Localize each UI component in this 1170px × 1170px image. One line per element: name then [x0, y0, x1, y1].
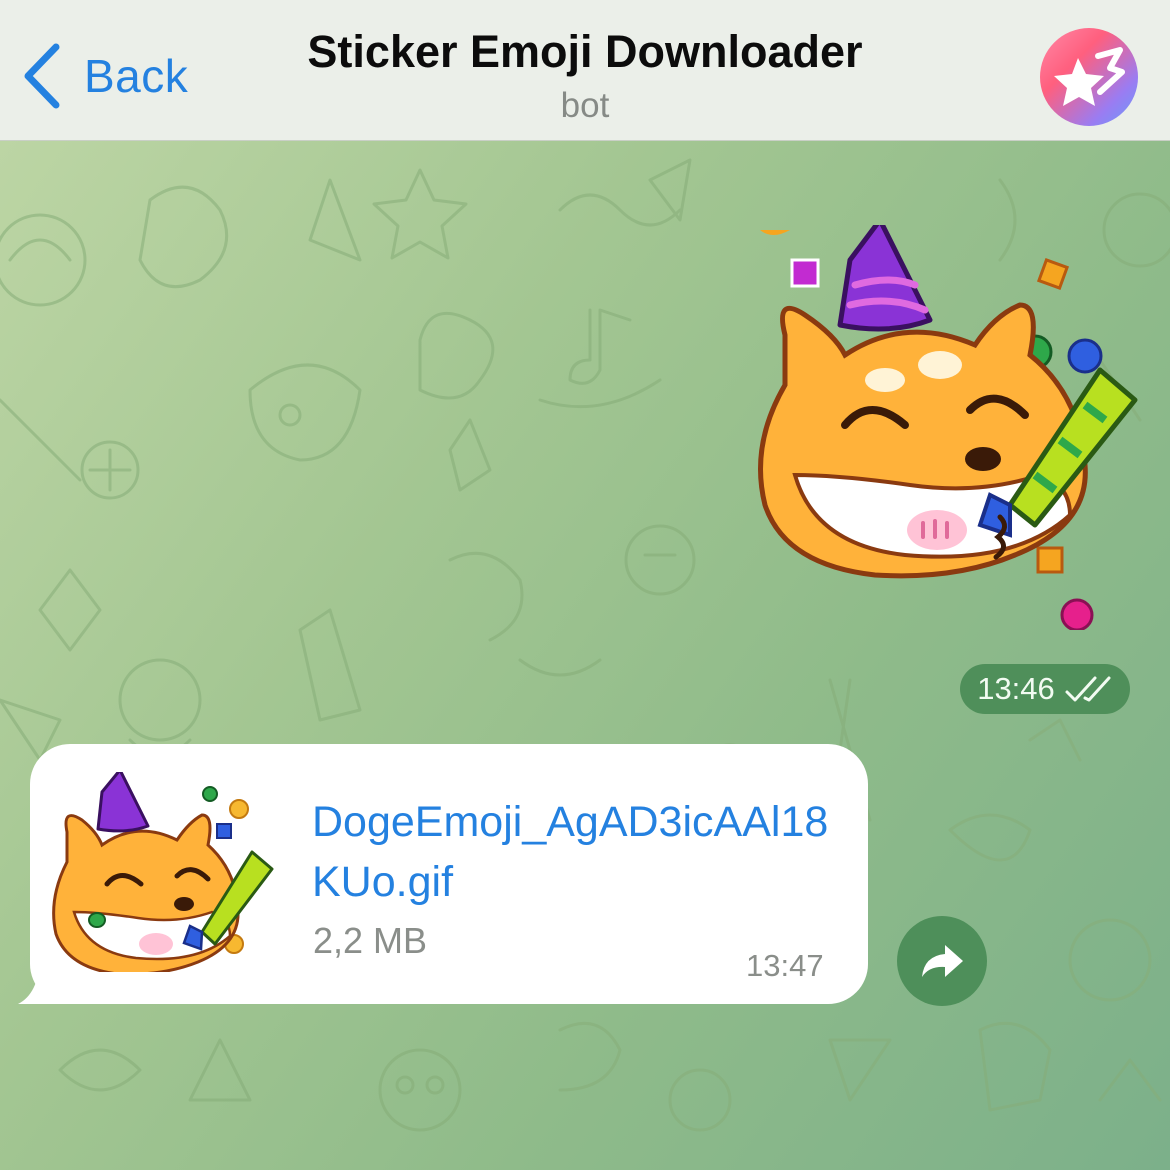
chat-title[interactable]: Sticker Emoji Downloader — [0, 26, 1170, 78]
chat-subtitle: bot — [560, 86, 610, 125]
double-check-icon — [1065, 676, 1111, 702]
party-doge-thumbnail[interactable] — [52, 772, 282, 972]
share-arrow-icon — [922, 945, 963, 977]
outgoing-time-badge: 13:46 — [960, 664, 1130, 714]
star-avatar-icon — [1054, 47, 1125, 106]
file-name-link[interactable]: DogeEmoji_AgAD3icAAl18KUo.gif — [312, 792, 852, 912]
outgoing-time: 13:46 — [977, 671, 1055, 706]
incoming-time: 13:47 — [746, 948, 824, 983]
navigation-bar: Back Sticker Emoji Downloader bot — [0, 0, 1170, 141]
forward-button[interactable] — [897, 916, 987, 1006]
bot-avatar[interactable] — [1040, 28, 1138, 126]
file-size: 2,2 MB — [313, 920, 428, 961]
party-doge-sticker[interactable] — [755, 225, 1140, 630]
